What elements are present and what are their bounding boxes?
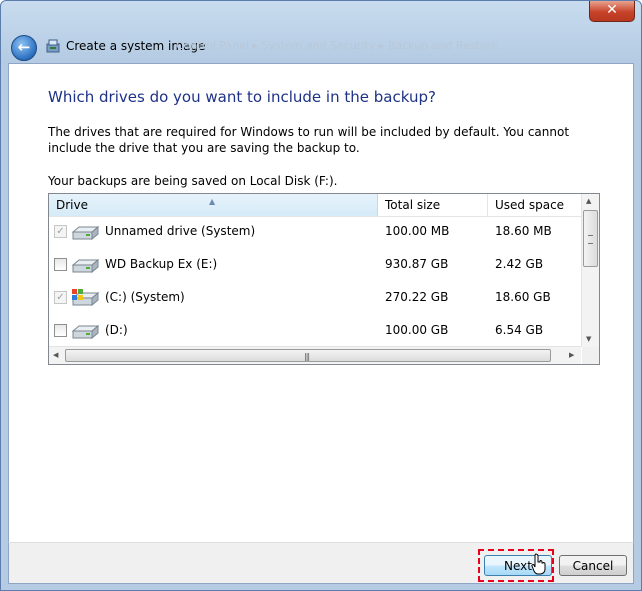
scroll-left-icon[interactable]: ◀ <box>53 351 58 359</box>
horizontal-scrollbar[interactable]: ◀ ||| ▶ <box>49 346 581 364</box>
checkmark-icon: ✓ <box>56 226 65 237</box>
description-text: The drives that are required for Windows… <box>48 125 570 155</box>
windows-drive-icon <box>71 289 100 307</box>
back-button[interactable]: ← <box>11 35 37 61</box>
grip-icon <box>588 235 593 244</box>
drive-used-space: 18.60 GB <box>495 290 551 304</box>
list-header: ▲ Drive Total size Used space <box>49 194 581 217</box>
column-header-total-size[interactable]: Total size <box>378 194 488 216</box>
cancel-button[interactable]: Cancel <box>559 555 627 576</box>
drive-checkbox[interactable] <box>54 324 67 337</box>
drive-total-size: 270.22 GB <box>385 290 449 304</box>
column-header-label: Drive <box>56 198 88 212</box>
scroll-right-icon[interactable]: ▶ <box>569 351 574 359</box>
close-button[interactable]: ✕ <box>589 1 635 22</box>
hard-drive-icon <box>71 225 100 241</box>
button-bar: Next Cancel <box>8 542 634 584</box>
grip-icon: ||| <box>304 352 310 361</box>
hard-drive-icon <box>71 324 100 340</box>
drive-row[interactable]: ✓ (C:) (System) 270.22 GB 18.60 GB <box>49 282 581 314</box>
vertical-scrollbar[interactable]: ▲ ▼ <box>581 194 599 347</box>
sort-ascending-icon: ▲ <box>209 197 216 206</box>
scroll-up-icon[interactable]: ▲ <box>586 197 591 205</box>
dialog-window: ✕ ← Create a system image Control Panel … <box>0 0 642 591</box>
backup-icon <box>46 39 60 53</box>
hard-drive-icon <box>71 258 100 274</box>
drive-list[interactable]: ▲ Drive Total size Used space ✓ Unnamed … <box>48 193 600 365</box>
drive-name: WD Backup Ex (E:) <box>105 257 218 271</box>
page-title: Which drives do you want to include in t… <box>48 88 436 106</box>
drive-used-space: 2.42 GB <box>495 257 544 271</box>
column-header-label: Used space <box>495 198 565 212</box>
drive-row[interactable]: (D:) 100.00 GB 6.54 GB <box>49 315 581 347</box>
drive-name: (D:) <box>105 323 128 337</box>
content-area: Which drives do you want to include in t… <box>8 63 634 543</box>
drive-name: Unnamed drive (System) <box>105 224 256 238</box>
navigation-bar: ← Create a system image Control Panel ▸ … <box>1 29 641 63</box>
drive-checkbox[interactable] <box>54 258 67 271</box>
drive-checkbox[interactable]: ✓ <box>54 291 67 304</box>
column-header-used-space[interactable]: Used space <box>488 194 581 216</box>
drive-used-space: 6.54 GB <box>495 323 544 337</box>
drive-total-size: 100.00 GB <box>385 323 449 337</box>
drive-row[interactable]: ✓ Unnamed drive (System) 100.00 MB 18.60… <box>49 216 581 248</box>
drive-name: (C:) (System) <box>105 290 185 304</box>
back-arrow-icon: ← <box>17 38 31 56</box>
drive-total-size: 930.87 GB <box>385 257 449 271</box>
scrollbar-corner <box>582 347 599 364</box>
close-icon: ✕ <box>606 2 618 18</box>
backup-location-text: Your backups are being saved on Local Di… <box>48 174 338 188</box>
column-header-label: Total size <box>385 198 441 212</box>
drive-total-size: 100.00 MB <box>385 224 450 238</box>
drive-row[interactable]: WD Backup Ex (E:) 930.87 GB 2.42 GB <box>49 249 581 281</box>
mouse-cursor-icon <box>531 553 546 575</box>
scroll-down-icon[interactable]: ▼ <box>586 335 591 343</box>
horizontal-scroll-thumb[interactable]: ||| <box>65 349 551 362</box>
column-header-drive[interactable]: ▲ Drive <box>49 194 378 216</box>
vertical-scroll-thumb[interactable] <box>583 210 598 267</box>
breadcrumb: Control Panel ▸ System and Security ▸ Ba… <box>176 39 498 52</box>
drive-used-space: 18.60 MB <box>495 224 552 238</box>
checkmark-icon: ✓ <box>56 292 65 303</box>
drive-checkbox[interactable]: ✓ <box>54 225 67 238</box>
